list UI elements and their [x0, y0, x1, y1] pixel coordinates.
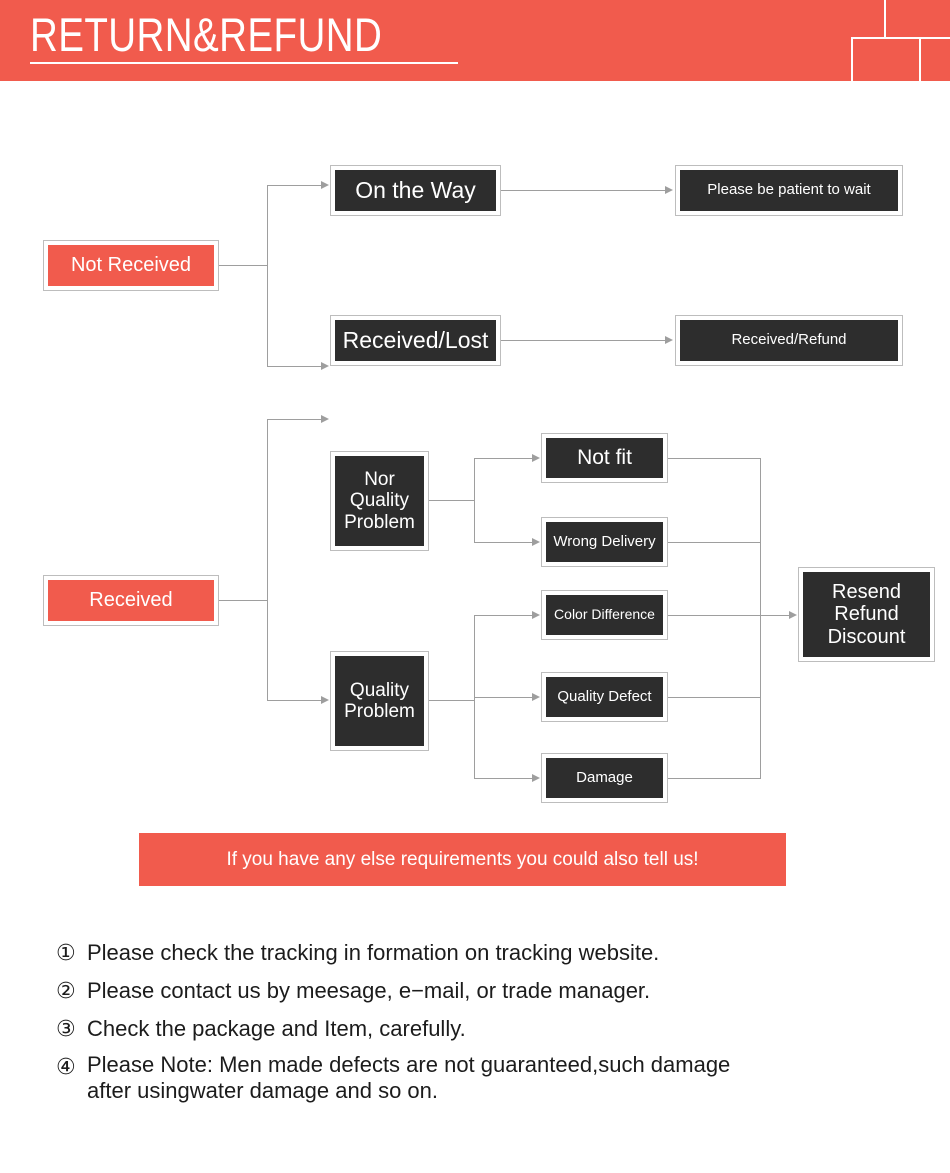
node-not-fit[interactable]: Not fit — [541, 433, 668, 483]
connector-to-nor-quality-problem — [267, 419, 321, 420]
node-received-refund-label: Received/Refund — [680, 320, 898, 361]
page-header-banner: RETURN&REFUND — [0, 0, 950, 81]
arrow-to-quality-problem — [321, 696, 329, 704]
node-not-received[interactable]: Not Received — [43, 240, 219, 291]
arrow-to-outcome — [789, 611, 797, 619]
arrow-to-not-fit — [532, 454, 540, 462]
node-quality-problem-label: Quality Problem — [335, 656, 424, 746]
connector-nor-quality-branch-bus — [474, 458, 475, 542]
note-text-2: Please contact us by meesage, e−mail, or… — [87, 978, 651, 1003]
note-text-1: Please check the tracking in formation o… — [87, 940, 660, 965]
node-received-lost-label: Received/Lost — [335, 320, 496, 361]
arrow-to-quality-defect — [532, 693, 540, 701]
node-color-difference-label: Color Difference — [546, 595, 663, 635]
connector-received-stem — [219, 600, 267, 601]
node-nor-quality-problem[interactable]: Nor Quality Problem — [330, 451, 429, 551]
page-title: RETURN&REFUND — [30, 8, 383, 61]
node-on-the-way-label: On the Way — [335, 170, 496, 211]
node-color-difference[interactable]: Color Difference — [541, 590, 668, 640]
note-text-4: Please Note: Men made defects are not gu… — [87, 1052, 731, 1103]
connector-to-color-difference — [474, 615, 532, 616]
list-item: ④ Please Note: Men made defects are not … — [56, 1052, 936, 1104]
list-item: ② Please contact us by meesage, e−mail, … — [56, 976, 936, 1006]
node-nor-quality-problem-label: Nor Quality Problem — [335, 456, 424, 546]
connector-merge-color-difference — [668, 615, 761, 616]
arrow-to-nor-quality-problem — [321, 415, 329, 423]
connector-to-on-the-way — [267, 185, 321, 186]
node-wrong-delivery-label: Wrong Delivery — [546, 522, 663, 562]
connector-merge-not-fit — [668, 458, 761, 459]
note-marker-4: ④ — [56, 1054, 76, 1079]
arrow-to-color-difference — [532, 611, 540, 619]
node-not-received-label: Not Received — [48, 245, 214, 286]
arrow-to-wrong-delivery — [532, 538, 540, 546]
connector-quality-stem — [429, 700, 474, 701]
arrow-received-lost-to-refund — [665, 336, 673, 344]
note-marker-2: ② — [56, 978, 76, 1003]
return-refund-flowchart: Not Received On the Way Please be patien… — [0, 81, 950, 841]
node-resend-refund-discount[interactable]: Resend Refund Discount — [798, 567, 935, 662]
node-quality-defect[interactable]: Quality Defect — [541, 672, 668, 722]
node-damage[interactable]: Damage — [541, 753, 668, 803]
node-quality-problem[interactable]: Quality Problem — [330, 651, 429, 751]
arrow-on-the-way-to-wait — [665, 186, 673, 194]
node-received-label: Received — [48, 580, 214, 621]
note-marker-3: ③ — [56, 1016, 76, 1041]
node-damage-label: Damage — [546, 758, 663, 798]
arrow-to-received-lost — [321, 362, 329, 370]
title-underline — [30, 62, 458, 64]
connector-not-received-stem — [219, 265, 267, 266]
notes-list: ① Please check the tracking in formation… — [56, 938, 936, 1112]
connector-outcome-bus — [760, 458, 761, 779]
connector-received-bus — [267, 419, 268, 700]
header-decoration-square-top — [884, 0, 950, 39]
connector-to-wrong-delivery — [474, 542, 532, 543]
connector-merge-wrong-delivery — [668, 542, 761, 543]
node-please-be-patient[interactable]: Please be patient to wait — [675, 165, 903, 216]
list-item: ① Please check the tracking in formation… — [56, 938, 936, 968]
connector-not-received-bus — [267, 185, 268, 366]
arrow-to-on-the-way — [321, 181, 329, 189]
connector-received-lost-to-refund — [501, 340, 665, 341]
list-item: ③ Check the package and Item, carefully. — [56, 1014, 936, 1044]
node-received[interactable]: Received — [43, 575, 219, 626]
connector-on-the-way-to-wait — [501, 190, 665, 191]
node-received-refund[interactable]: Received/Refund — [675, 315, 903, 366]
node-not-fit-label: Not fit — [546, 438, 663, 478]
connector-to-damage — [474, 778, 532, 779]
connector-to-quality-defect — [474, 697, 532, 698]
node-quality-defect-label: Quality Defect — [546, 677, 663, 717]
connector-merge-damage — [668, 778, 761, 779]
node-received-lost[interactable]: Received/Lost — [330, 315, 501, 366]
header-decoration-square-bottom — [851, 37, 921, 81]
node-please-be-patient-label: Please be patient to wait — [680, 170, 898, 211]
node-on-the-way[interactable]: On the Way — [330, 165, 501, 216]
node-wrong-delivery[interactable]: Wrong Delivery — [541, 517, 668, 567]
note-marker-1: ① — [56, 940, 76, 965]
connector-to-quality-problem — [267, 700, 321, 701]
connector-to-not-fit — [474, 458, 532, 459]
arrow-to-damage — [532, 774, 540, 782]
node-resend-refund-discount-label: Resend Refund Discount — [803, 572, 930, 657]
requirements-note-bar: If you have any else requirements you co… — [139, 833, 786, 886]
connector-merge-quality-defect — [668, 697, 761, 698]
connector-to-received-lost — [267, 366, 321, 367]
connector-nor-quality-stem — [429, 500, 474, 501]
note-text-3: Check the package and Item, carefully. — [87, 1016, 466, 1041]
requirements-note-text: If you have any else requirements you co… — [226, 848, 699, 870]
